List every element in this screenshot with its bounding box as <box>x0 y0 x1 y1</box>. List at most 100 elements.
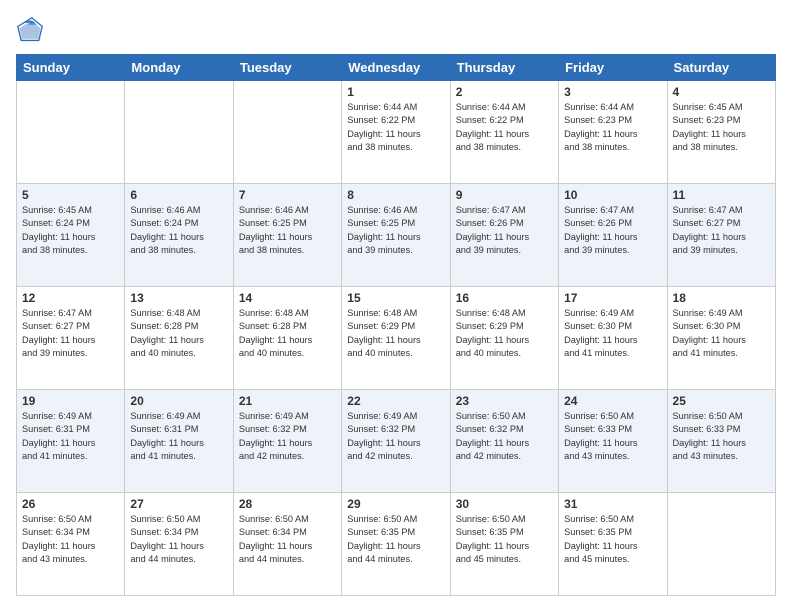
day-info: Sunrise: 6:50 AM Sunset: 6:32 PM Dayligh… <box>456 410 553 463</box>
day-info: Sunrise: 6:50 AM Sunset: 6:35 PM Dayligh… <box>564 513 661 566</box>
calendar-cell <box>125 81 233 184</box>
day-info: Sunrise: 6:46 AM Sunset: 6:24 PM Dayligh… <box>130 204 227 257</box>
calendar-header-row: SundayMondayTuesdayWednesdayThursdayFrid… <box>17 55 776 81</box>
logo <box>16 16 48 44</box>
col-header-sunday: Sunday <box>17 55 125 81</box>
calendar-cell: 22 Sunrise: 6:49 AM Sunset: 6:32 PM Dayli… <box>342 390 450 493</box>
day-number: 30 <box>456 497 553 511</box>
day-info: Sunrise: 6:48 AM Sunset: 6:28 PM Dayligh… <box>130 307 227 360</box>
calendar-cell: 16 Sunrise: 6:48 AM Sunset: 6:29 PM Dayli… <box>450 287 558 390</box>
logo-icon <box>16 16 44 44</box>
day-info: Sunrise: 6:49 AM Sunset: 6:30 PM Dayligh… <box>564 307 661 360</box>
day-number: 14 <box>239 291 336 305</box>
calendar-cell: 12 Sunrise: 6:47 AM Sunset: 6:27 PM Dayli… <box>17 287 125 390</box>
day-number: 26 <box>22 497 119 511</box>
calendar-week-1: 1 Sunrise: 6:44 AM Sunset: 6:22 PM Daylig… <box>17 81 776 184</box>
calendar-cell: 7 Sunrise: 6:46 AM Sunset: 6:25 PM Daylig… <box>233 184 341 287</box>
day-number: 28 <box>239 497 336 511</box>
calendar-table: SundayMondayTuesdayWednesdayThursdayFrid… <box>16 54 776 596</box>
calendar-cell: 1 Sunrise: 6:44 AM Sunset: 6:22 PM Daylig… <box>342 81 450 184</box>
day-number: 2 <box>456 85 553 99</box>
calendar-cell: 20 Sunrise: 6:49 AM Sunset: 6:31 PM Dayli… <box>125 390 233 493</box>
calendar-cell <box>667 493 775 596</box>
day-number: 31 <box>564 497 661 511</box>
day-info: Sunrise: 6:50 AM Sunset: 6:33 PM Dayligh… <box>564 410 661 463</box>
day-number: 12 <box>22 291 119 305</box>
calendar-week-4: 19 Sunrise: 6:49 AM Sunset: 6:31 PM Dayli… <box>17 390 776 493</box>
day-info: Sunrise: 6:50 AM Sunset: 6:34 PM Dayligh… <box>239 513 336 566</box>
day-number: 10 <box>564 188 661 202</box>
calendar-cell: 10 Sunrise: 6:47 AM Sunset: 6:26 PM Dayli… <box>559 184 667 287</box>
calendar-cell: 9 Sunrise: 6:47 AM Sunset: 6:26 PM Daylig… <box>450 184 558 287</box>
calendar-cell: 6 Sunrise: 6:46 AM Sunset: 6:24 PM Daylig… <box>125 184 233 287</box>
day-info: Sunrise: 6:45 AM Sunset: 6:23 PM Dayligh… <box>673 101 770 154</box>
day-info: Sunrise: 6:47 AM Sunset: 6:26 PM Dayligh… <box>564 204 661 257</box>
day-number: 16 <box>456 291 553 305</box>
day-number: 17 <box>564 291 661 305</box>
calendar-cell: 29 Sunrise: 6:50 AM Sunset: 6:35 PM Dayli… <box>342 493 450 596</box>
calendar-cell: 17 Sunrise: 6:49 AM Sunset: 6:30 PM Dayli… <box>559 287 667 390</box>
day-info: Sunrise: 6:48 AM Sunset: 6:28 PM Dayligh… <box>239 307 336 360</box>
day-info: Sunrise: 6:46 AM Sunset: 6:25 PM Dayligh… <box>239 204 336 257</box>
day-info: Sunrise: 6:49 AM Sunset: 6:30 PM Dayligh… <box>673 307 770 360</box>
day-info: Sunrise: 6:49 AM Sunset: 6:32 PM Dayligh… <box>347 410 444 463</box>
day-number: 20 <box>130 394 227 408</box>
day-info: Sunrise: 6:46 AM Sunset: 6:25 PM Dayligh… <box>347 204 444 257</box>
calendar-cell: 27Sunrise: 6:50 AM Sunset: 6:34 PM Dayli… <box>125 493 233 596</box>
calendar-cell: 4Sunrise: 6:45 AM Sunset: 6:23 PM Daylig… <box>667 81 775 184</box>
day-number: 25 <box>673 394 770 408</box>
col-header-friday: Friday <box>559 55 667 81</box>
calendar-cell: 13 Sunrise: 6:48 AM Sunset: 6:28 PM Dayli… <box>125 287 233 390</box>
calendar-week-3: 12 Sunrise: 6:47 AM Sunset: 6:27 PM Dayli… <box>17 287 776 390</box>
calendar-cell: 11Sunrise: 6:47 AM Sunset: 6:27 PM Dayli… <box>667 184 775 287</box>
day-number: 29 <box>347 497 444 511</box>
day-info: Sunrise: 6:47 AM Sunset: 6:27 PM Dayligh… <box>673 204 770 257</box>
day-info: Sunrise: 6:49 AM Sunset: 6:31 PM Dayligh… <box>130 410 227 463</box>
day-info: Sunrise: 6:49 AM Sunset: 6:31 PM Dayligh… <box>22 410 119 463</box>
day-number: 18 <box>673 291 770 305</box>
page: SundayMondayTuesdayWednesdayThursdayFrid… <box>0 0 792 612</box>
calendar-week-2: 5 Sunrise: 6:45 AM Sunset: 6:24 PM Daylig… <box>17 184 776 287</box>
day-info: Sunrise: 6:50 AM Sunset: 6:35 PM Dayligh… <box>347 513 444 566</box>
calendar-cell: 24 Sunrise: 6:50 AM Sunset: 6:33 PM Dayli… <box>559 390 667 493</box>
day-number: 13 <box>130 291 227 305</box>
col-header-monday: Monday <box>125 55 233 81</box>
day-info: Sunrise: 6:47 AM Sunset: 6:26 PM Dayligh… <box>456 204 553 257</box>
calendar-cell: 15Sunrise: 6:48 AM Sunset: 6:29 PM Dayli… <box>342 287 450 390</box>
day-info: Sunrise: 6:50 AM Sunset: 6:34 PM Dayligh… <box>130 513 227 566</box>
calendar-cell: 19 Sunrise: 6:49 AM Sunset: 6:31 PM Dayli… <box>17 390 125 493</box>
day-info: Sunrise: 6:50 AM Sunset: 6:35 PM Dayligh… <box>456 513 553 566</box>
day-number: 21 <box>239 394 336 408</box>
day-number: 9 <box>456 188 553 202</box>
calendar-cell: 30 Sunrise: 6:50 AM Sunset: 6:35 PM Dayli… <box>450 493 558 596</box>
day-info: Sunrise: 6:48 AM Sunset: 6:29 PM Dayligh… <box>456 307 553 360</box>
calendar-week-5: 26 Sunrise: 6:50 AM Sunset: 6:34 PM Dayli… <box>17 493 776 596</box>
day-number: 3 <box>564 85 661 99</box>
day-info: Sunrise: 6:44 AM Sunset: 6:22 PM Dayligh… <box>347 101 444 154</box>
calendar-cell: 31 Sunrise: 6:50 AM Sunset: 6:35 PM Dayli… <box>559 493 667 596</box>
day-number: 5 <box>22 188 119 202</box>
col-header-saturday: Saturday <box>667 55 775 81</box>
day-number: 19 <box>22 394 119 408</box>
calendar-cell: 25Sunrise: 6:50 AM Sunset: 6:33 PM Dayli… <box>667 390 775 493</box>
day-info: Sunrise: 6:44 AM Sunset: 6:23 PM Dayligh… <box>564 101 661 154</box>
calendar-cell: 3 Sunrise: 6:44 AM Sunset: 6:23 PM Daylig… <box>559 81 667 184</box>
calendar-cell: 21Sunrise: 6:49 AM Sunset: 6:32 PM Dayli… <box>233 390 341 493</box>
day-info: Sunrise: 6:47 AM Sunset: 6:27 PM Dayligh… <box>22 307 119 360</box>
day-info: Sunrise: 6:50 AM Sunset: 6:34 PM Dayligh… <box>22 513 119 566</box>
calendar-cell: 2 Sunrise: 6:44 AM Sunset: 6:22 PM Daylig… <box>450 81 558 184</box>
day-info: Sunrise: 6:44 AM Sunset: 6:22 PM Dayligh… <box>456 101 553 154</box>
calendar-cell: 28 Sunrise: 6:50 AM Sunset: 6:34 PM Dayli… <box>233 493 341 596</box>
col-header-wednesday: Wednesday <box>342 55 450 81</box>
day-number: 1 <box>347 85 444 99</box>
day-number: 7 <box>239 188 336 202</box>
day-info: Sunrise: 6:45 AM Sunset: 6:24 PM Dayligh… <box>22 204 119 257</box>
day-number: 22 <box>347 394 444 408</box>
header <box>16 16 776 44</box>
day-number: 15 <box>347 291 444 305</box>
day-number: 23 <box>456 394 553 408</box>
col-header-tuesday: Tuesday <box>233 55 341 81</box>
calendar-cell: 14 Sunrise: 6:48 AM Sunset: 6:28 PM Dayli… <box>233 287 341 390</box>
day-number: 24 <box>564 394 661 408</box>
day-number: 6 <box>130 188 227 202</box>
